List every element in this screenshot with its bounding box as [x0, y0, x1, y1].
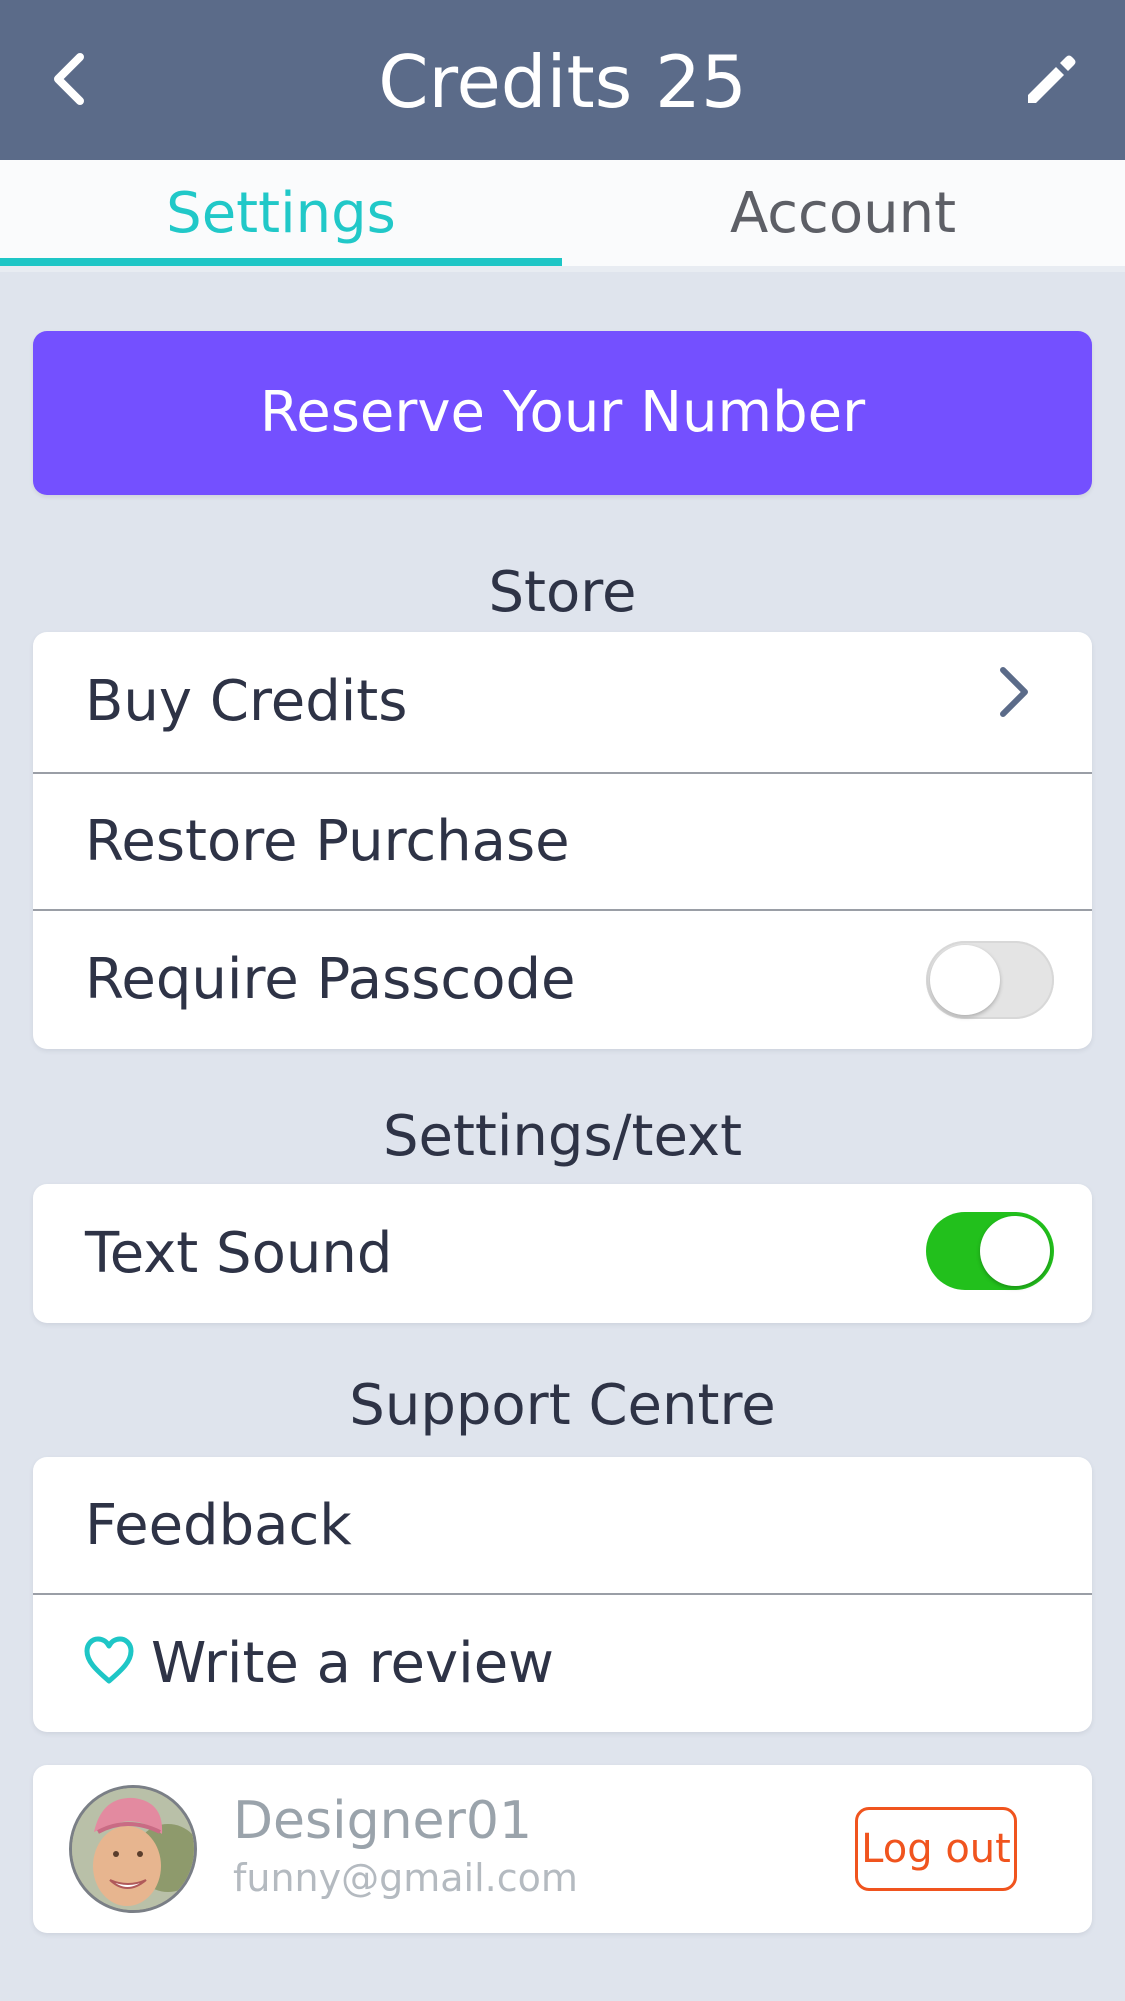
- chevron-right-icon: [1000, 667, 1028, 717]
- restore-purchase-row[interactable]: Restore Purchase: [33, 774, 1092, 910]
- tab-account[interactable]: Account: [562, 160, 1124, 266]
- reserve-number-button[interactable]: Reserve Your Number: [33, 331, 1092, 495]
- edit-button[interactable]: [1015, 46, 1085, 116]
- text-sound-toggle[interactable]: [926, 1212, 1054, 1290]
- feedback-row[interactable]: Feedback: [33, 1457, 1092, 1594]
- text-sound-label: Text Sound: [85, 1220, 393, 1286]
- support-card: Feedback Write a review: [33, 1457, 1092, 1732]
- feedback-label: Feedback: [85, 1492, 352, 1558]
- avatar-image: [72, 1788, 194, 1910]
- settings-text-card: Text Sound: [33, 1184, 1092, 1323]
- tab-bar: Settings Account: [0, 160, 1125, 272]
- page-title: Credits 25: [378, 40, 747, 124]
- text-sound-row: Text Sound: [33, 1184, 1092, 1323]
- toggle-knob: [980, 1216, 1050, 1286]
- write-review-row[interactable]: Write a review: [33, 1595, 1092, 1732]
- heart-icon: [84, 1636, 134, 1684]
- require-passcode-toggle[interactable]: [926, 941, 1054, 1019]
- active-tab-indicator: [0, 258, 562, 266]
- require-passcode-label: Require Passcode: [85, 947, 576, 1012]
- buy-credits-row[interactable]: Buy Credits: [33, 632, 1092, 772]
- back-button[interactable]: [40, 46, 100, 112]
- top-bar: Credits 25: [0, 0, 1125, 160]
- toggle-knob: [930, 945, 1000, 1015]
- buy-credits-label: Buy Credits: [85, 669, 408, 734]
- avatar: [69, 1785, 197, 1913]
- profile-username: Designer01: [233, 1791, 533, 1851]
- store-card: Buy Credits Restore Purchase Require Pas…: [33, 632, 1092, 1049]
- logout-button[interactable]: Log out: [855, 1807, 1017, 1891]
- restore-purchase-label: Restore Purchase: [85, 809, 570, 874]
- tab-settings[interactable]: Settings: [0, 160, 562, 266]
- profile-card: Designer01 funny@gmail.com Log out: [33, 1765, 1092, 1933]
- section-title-support: Support Centre: [349, 1373, 776, 1438]
- section-title-store: Store: [488, 560, 637, 625]
- chevron-left-icon: [54, 53, 84, 105]
- write-review-label: Write a review: [151, 1630, 554, 1696]
- section-title-settings-text: Settings/text: [382, 1104, 743, 1169]
- profile-email: funny@gmail.com: [233, 1856, 578, 1900]
- pencil-icon: [1028, 55, 1076, 103]
- require-passcode-row: Require Passcode: [33, 911, 1092, 1049]
